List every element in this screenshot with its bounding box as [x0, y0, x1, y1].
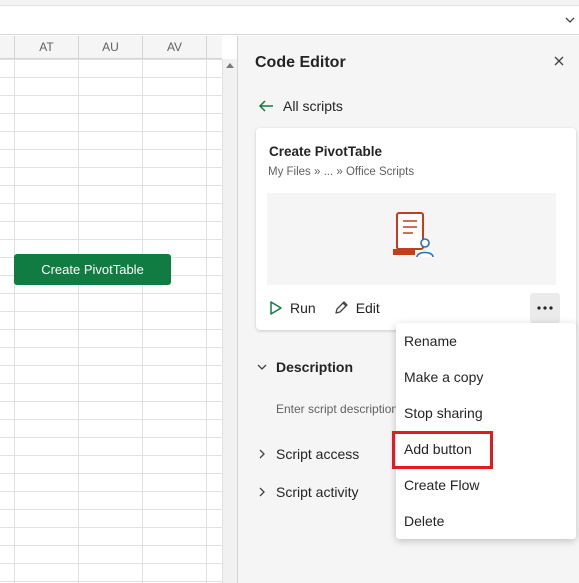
menu-item-rename[interactable]: Rename — [396, 323, 576, 359]
column-header-av[interactable]: AV — [142, 36, 206, 59]
grid-line — [142, 59, 143, 583]
close-icon[interactable] — [552, 54, 566, 68]
play-icon — [270, 301, 282, 315]
spreadsheet-grid[interactable]: AT AU AV Create PivotTable — [0, 36, 237, 583]
description-input[interactable]: Enter script description — [276, 402, 398, 416]
chevron-down-icon[interactable] — [565, 15, 575, 25]
grid-line — [206, 59, 207, 583]
cell-grid[interactable] — [0, 59, 222, 583]
column-header-at[interactable]: AT — [14, 36, 78, 59]
all-scripts-link[interactable]: All scripts — [258, 96, 343, 116]
script-activity-label: Script activity — [276, 484, 359, 500]
edit-label: Edit — [355, 300, 380, 316]
script-activity-section-toggle[interactable]: Script activity — [256, 481, 358, 503]
script-preview — [267, 193, 556, 285]
script-document-icon — [393, 212, 434, 258]
more-horizontal-icon — [537, 306, 553, 310]
scroll-up-arrow-icon[interactable] — [226, 63, 234, 68]
all-scripts-label: All scripts — [283, 98, 343, 114]
script-title: Create PivotTable — [269, 144, 383, 159]
grid-line — [14, 59, 15, 583]
pencil-icon — [335, 301, 348, 314]
description-section-toggle[interactable]: Description — [256, 356, 353, 378]
more-options-button[interactable] — [530, 293, 560, 323]
highlight-annotation-box — [392, 431, 493, 469]
menu-item-create-flow[interactable]: Create Flow — [396, 467, 576, 503]
create-pivottable-sheet-button[interactable]: Create PivotTable — [14, 254, 171, 285]
column-header-partial[interactable] — [0, 36, 14, 59]
script-access-label: Script access — [276, 446, 360, 462]
script-path: My Files » ... » Office Scripts — [268, 166, 415, 178]
chevron-right-icon — [259, 449, 265, 459]
edit-button[interactable]: Edit — [333, 300, 380, 316]
menu-item-stop-sharing[interactable]: Stop sharing — [396, 395, 576, 431]
menu-item-delete[interactable]: Delete — [396, 503, 576, 539]
column-headers: AT AU AV — [0, 36, 222, 59]
script-card: Create PivotTable My Files » ... » Offic… — [256, 128, 576, 330]
formula-bar[interactable] — [0, 6, 579, 35]
column-header-au[interactable]: AU — [78, 36, 142, 59]
pane-title: Code Editor — [255, 54, 346, 71]
chevron-down-icon — [257, 364, 267, 370]
menu-item-make-a-copy[interactable]: Make a copy — [396, 359, 576, 395]
run-label: Run — [290, 300, 316, 316]
column-header-partial[interactable] — [206, 36, 222, 59]
description-label: Description — [276, 359, 354, 375]
vertical-scrollbar[interactable] — [222, 59, 237, 583]
script-access-section-toggle[interactable]: Script access — [256, 443, 359, 465]
chevron-right-icon — [259, 487, 265, 497]
arrow-left-icon — [258, 100, 273, 112]
grid-line — [78, 59, 79, 583]
run-button[interactable]: Run — [269, 300, 316, 316]
